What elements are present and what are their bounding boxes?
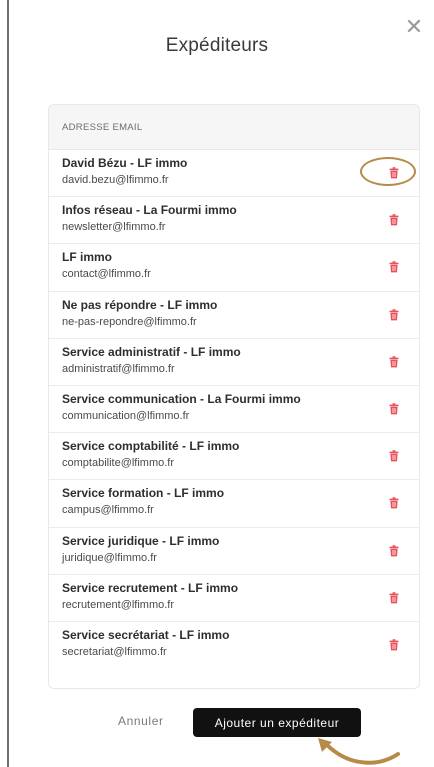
table-row: Ne pas répondre - LF immo ne-pas-repondre… xyxy=(49,292,419,339)
sender-name: LF immo xyxy=(62,250,112,265)
sender-email: secretariat@lfimmo.fr xyxy=(62,645,167,658)
table-row: LF immo contact@lfimmo.fr xyxy=(49,244,419,292)
table-row: Infos réseau - La Fourmi immo newsletter@… xyxy=(49,197,419,245)
sender-name: Service secrétariat - LF immo xyxy=(62,627,230,642)
trash-icon[interactable] xyxy=(389,544,399,557)
sender-name: Service recrutement - LF immo xyxy=(62,580,239,595)
table-row: Service secrétariat - LF immo secretariat… xyxy=(49,622,419,669)
sender-name: Service comptabilité - LF immo xyxy=(62,439,240,454)
sender-email: campus@lfimmo.fr xyxy=(62,504,154,517)
sender-name: Service communication - La Fourmi immo xyxy=(62,391,301,406)
sender-name: Service formation - LF immo xyxy=(62,486,225,501)
table-row: Service juridique - LF immo juridique@lfi… xyxy=(49,528,419,575)
trash-icon[interactable] xyxy=(389,403,399,415)
table-row: Service communication - La Fourmi immo co… xyxy=(49,386,419,434)
trash-icon[interactable] xyxy=(389,591,399,604)
trash-icon[interactable] xyxy=(389,639,399,651)
table-row: Service comptabilité - LF immo comptabili… xyxy=(49,433,419,481)
sender-email: ne-pas-repondre@lfimmo.fr xyxy=(62,315,197,328)
sender-name: Infos réseau - La Fourmi immo xyxy=(62,203,237,218)
window-left-border xyxy=(7,0,9,767)
sender-name: Service administratif - LF immo xyxy=(62,344,241,359)
table-row: Service formation - LF immo campus@lfimmo… xyxy=(49,480,419,528)
trash-icon[interactable] xyxy=(389,497,399,509)
column-header-email: ADRESSE EMAIL xyxy=(62,121,143,133)
sender-email: communication@lfimmo.fr xyxy=(62,409,190,422)
trash-icon[interactable] xyxy=(389,308,399,321)
sender-email: administratif@lfimmo.fr xyxy=(62,362,175,375)
table-header: ADRESSE EMAIL xyxy=(49,105,419,150)
annotation-circle xyxy=(360,157,416,186)
senders-table: ADRESSE EMAIL David Bézu - LF immo david.… xyxy=(48,104,420,689)
sender-email: recrutement@lfimmo.fr xyxy=(62,598,175,611)
trash-icon[interactable] xyxy=(389,450,399,462)
table-row: Service recrutement - LF immo recrutement… xyxy=(49,575,419,622)
sender-name: Service juridique - LF immo xyxy=(62,533,220,548)
annotation-arrow-icon xyxy=(318,738,400,765)
cancel-button[interactable]: Annuler xyxy=(118,714,164,728)
sender-email: juridique@lfimmo.fr xyxy=(62,551,157,564)
sender-email: contact@lfimmo.fr xyxy=(62,268,151,281)
table-row: Service administratif - LF immo administr… xyxy=(49,339,419,386)
sender-name: Ne pas répondre - LF immo xyxy=(62,297,218,312)
table-body: David Bézu - LF immo david.bezu@lfimmo.fr… xyxy=(49,150,419,669)
trash-icon[interactable] xyxy=(389,261,399,273)
dialog-title: Expéditeurs xyxy=(165,35,269,56)
trash-icon[interactable] xyxy=(389,214,399,226)
sender-email: comptabilite@lfimmo.fr xyxy=(62,457,175,470)
trash-icon[interactable] xyxy=(389,355,399,368)
sender-email: newsletter@lfimmo.fr xyxy=(62,221,166,234)
